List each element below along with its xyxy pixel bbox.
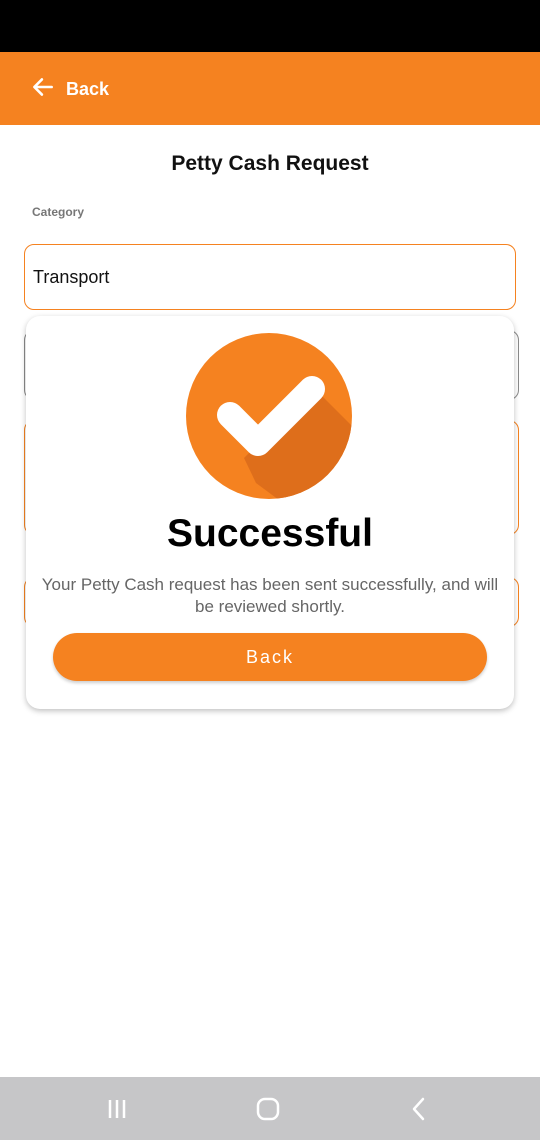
status-bar: [0, 0, 540, 52]
page-title: Petty Cash Request: [171, 152, 369, 175]
success-message: Your Petty Cash request has been sent su…: [41, 575, 499, 616]
home-icon: [253, 1097, 283, 1128]
modal-back-button[interactable]: Back: [53, 633, 487, 681]
system-nav-bar: [0, 1077, 540, 1140]
recent-apps-button[interactable]: [102, 1094, 132, 1124]
header-back-label: Back: [66, 78, 110, 99]
recent-apps-icon: [102, 1100, 132, 1128]
category-label: Category: [32, 205, 85, 219]
category-field[interactable]: Transport: [24, 244, 516, 310]
home-button[interactable]: [253, 1094, 283, 1124]
arrow-left-icon: [30, 74, 56, 105]
success-modal: Successful Your Petty Cash request has b…: [26, 316, 514, 709]
check-circle-icon: [186, 333, 352, 499]
nav-back-icon: [404, 1097, 434, 1128]
success-title: Successful: [167, 512, 373, 555]
nav-back-button[interactable]: [404, 1094, 434, 1124]
header-back-button[interactable]: Back: [30, 74, 109, 104]
app-header: Back: [0, 52, 540, 125]
